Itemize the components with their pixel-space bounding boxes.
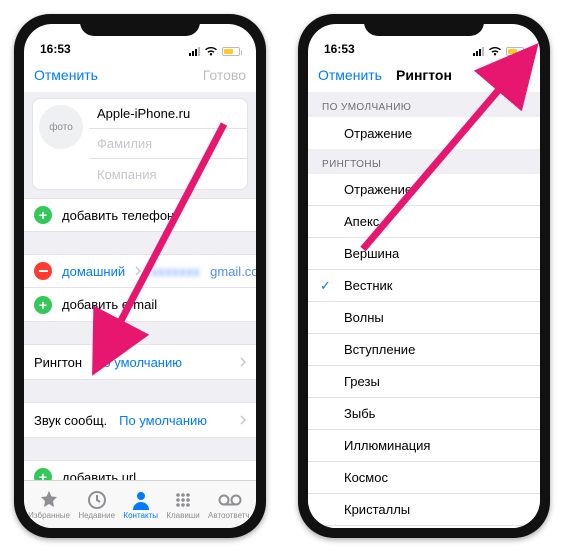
list-item[interactable]: Грезы — [308, 366, 540, 398]
phone-left: 16:53 Отменить Готово фото Apple-iPhone.… — [14, 14, 266, 538]
ringtone-key: Рингтон — [34, 355, 82, 370]
tab-favorites[interactable]: Избранные — [28, 490, 70, 520]
content-area[interactable]: ПО УМОЛЧАНИЮ Отражение РИНГТОНЫ Отражени… — [308, 92, 540, 528]
company-field[interactable] — [97, 167, 239, 182]
email-domain: gmail.com — [210, 264, 256, 279]
surname-field[interactable] — [97, 136, 239, 151]
sms-sound-row[interactable]: Звук сообщ. По умолчанию — [24, 402, 256, 438]
tab-contacts[interactable]: Контакты — [123, 490, 158, 520]
add-phone-label: добавить телефон — [62, 208, 174, 223]
list-item[interactable]: Иллюминация — [308, 430, 540, 462]
screen-left: 16:53 Отменить Готово фото Apple-iPhone.… — [24, 24, 256, 528]
list-item[interactable]: Вестник✓ — [308, 270, 540, 302]
phone-right: 16:53 Отменить Рингтон Готово ПО УМОЛЧАН… — [298, 14, 550, 538]
signal-icon — [189, 47, 200, 56]
tab-recents[interactable]: Недавние — [78, 490, 115, 520]
chevron-right-icon — [240, 415, 246, 425]
status-icons — [189, 46, 240, 56]
tab-voicemail[interactable]: Автоответч. — [208, 490, 252, 520]
section-header-ringtones: РИНГТОНЫ — [308, 149, 540, 174]
navbar: Отменить Готово — [24, 58, 256, 92]
tab-keypad[interactable]: Клавиши — [166, 490, 199, 520]
tab-label: Избранные — [28, 511, 70, 520]
add-email-row[interactable]: + добавить e-mail — [24, 288, 256, 322]
list-item[interactable]: Космос — [308, 462, 540, 494]
status-time: 16:53 — [324, 42, 355, 56]
add-url-label: добавить url — [62, 470, 136, 481]
minus-icon — [34, 262, 52, 280]
tab-label: Клавиши — [166, 511, 199, 520]
chevron-right-icon — [240, 357, 246, 367]
list-item[interactable]: Маяк — [308, 526, 540, 528]
navbar: Отменить Рингтон Готово — [308, 58, 540, 92]
ringtone-list: ОтражениеАпексВершинаВестник✓ВолныВступл… — [308, 174, 540, 528]
list-item[interactable]: Апекс — [308, 206, 540, 238]
add-email-label: добавить e-mail — [62, 297, 157, 312]
ringtone-row[interactable]: Рингтон По умолчанию — [24, 344, 256, 380]
status-icons — [473, 46, 524, 56]
status-time: 16:53 — [40, 42, 71, 56]
list-item[interactable]: Вершина — [308, 238, 540, 270]
nav-title: Рингтон — [396, 67, 452, 83]
list-item[interactable]: Отражение — [308, 117, 540, 149]
plus-icon: + — [34, 206, 52, 224]
ringtone-value: По умолчанию — [94, 355, 182, 370]
list-item[interactable]: Волны — [308, 302, 540, 334]
wifi-icon — [488, 46, 502, 56]
section-header-default: ПО УМОЛЧАНИЮ — [308, 92, 540, 117]
list-item[interactable]: Кристаллы — [308, 494, 540, 526]
content-area: фото Apple-iPhone.ru + добавить телефон … — [24, 92, 256, 480]
name-field[interactable]: Apple-iPhone.ru — [97, 106, 190, 121]
photo-circle[interactable]: фото — [39, 105, 83, 149]
check-icon: ✓ — [320, 278, 331, 294]
done-button[interactable]: Готово — [182, 67, 246, 83]
done-button[interactable]: Готово — [466, 67, 530, 83]
list-item[interactable]: Зыбь — [308, 398, 540, 430]
battery-icon — [506, 47, 524, 56]
clock-icon — [87, 490, 107, 510]
star-icon — [39, 490, 59, 510]
list-item[interactable]: Отражение — [308, 174, 540, 206]
tab-label: Недавние — [78, 511, 115, 520]
sms-value: По умолчанию — [119, 413, 207, 428]
home-label[interactable]: домашний — [62, 264, 125, 279]
cancel-button[interactable]: Отменить — [318, 67, 382, 83]
chevron-right-icon — [135, 266, 141, 276]
tab-label: Автоответч. — [208, 511, 252, 520]
wifi-icon — [204, 46, 218, 56]
list-item[interactable]: Вступление — [308, 334, 540, 366]
keypad-icon — [173, 490, 193, 510]
notch — [80, 14, 200, 36]
contact-card: фото Apple-iPhone.ru — [32, 98, 248, 190]
plus-icon: + — [34, 296, 52, 314]
tab-label: Контакты — [123, 511, 158, 520]
cancel-button[interactable]: Отменить — [34, 67, 98, 83]
sms-key: Звук сообщ. — [34, 413, 107, 428]
add-url-row[interactable]: + добавить url — [24, 460, 256, 480]
signal-icon — [473, 47, 484, 56]
email-row[interactable]: домашний xxxxxxx gmail.com — [24, 254, 256, 288]
battery-icon — [222, 47, 240, 56]
email-value-blurred: xxxxxxx — [151, 264, 200, 279]
person-icon — [131, 490, 151, 510]
tab-bar: Избранные Недавние Контакты Клавиши — [24, 480, 256, 528]
add-phone-row[interactable]: + добавить телефон — [24, 198, 256, 232]
notch — [364, 14, 484, 36]
voicemail-icon — [218, 490, 242, 510]
plus-icon: + — [34, 468, 52, 480]
screen-right: 16:53 Отменить Рингтон Готово ПО УМОЛЧАН… — [308, 24, 540, 528]
